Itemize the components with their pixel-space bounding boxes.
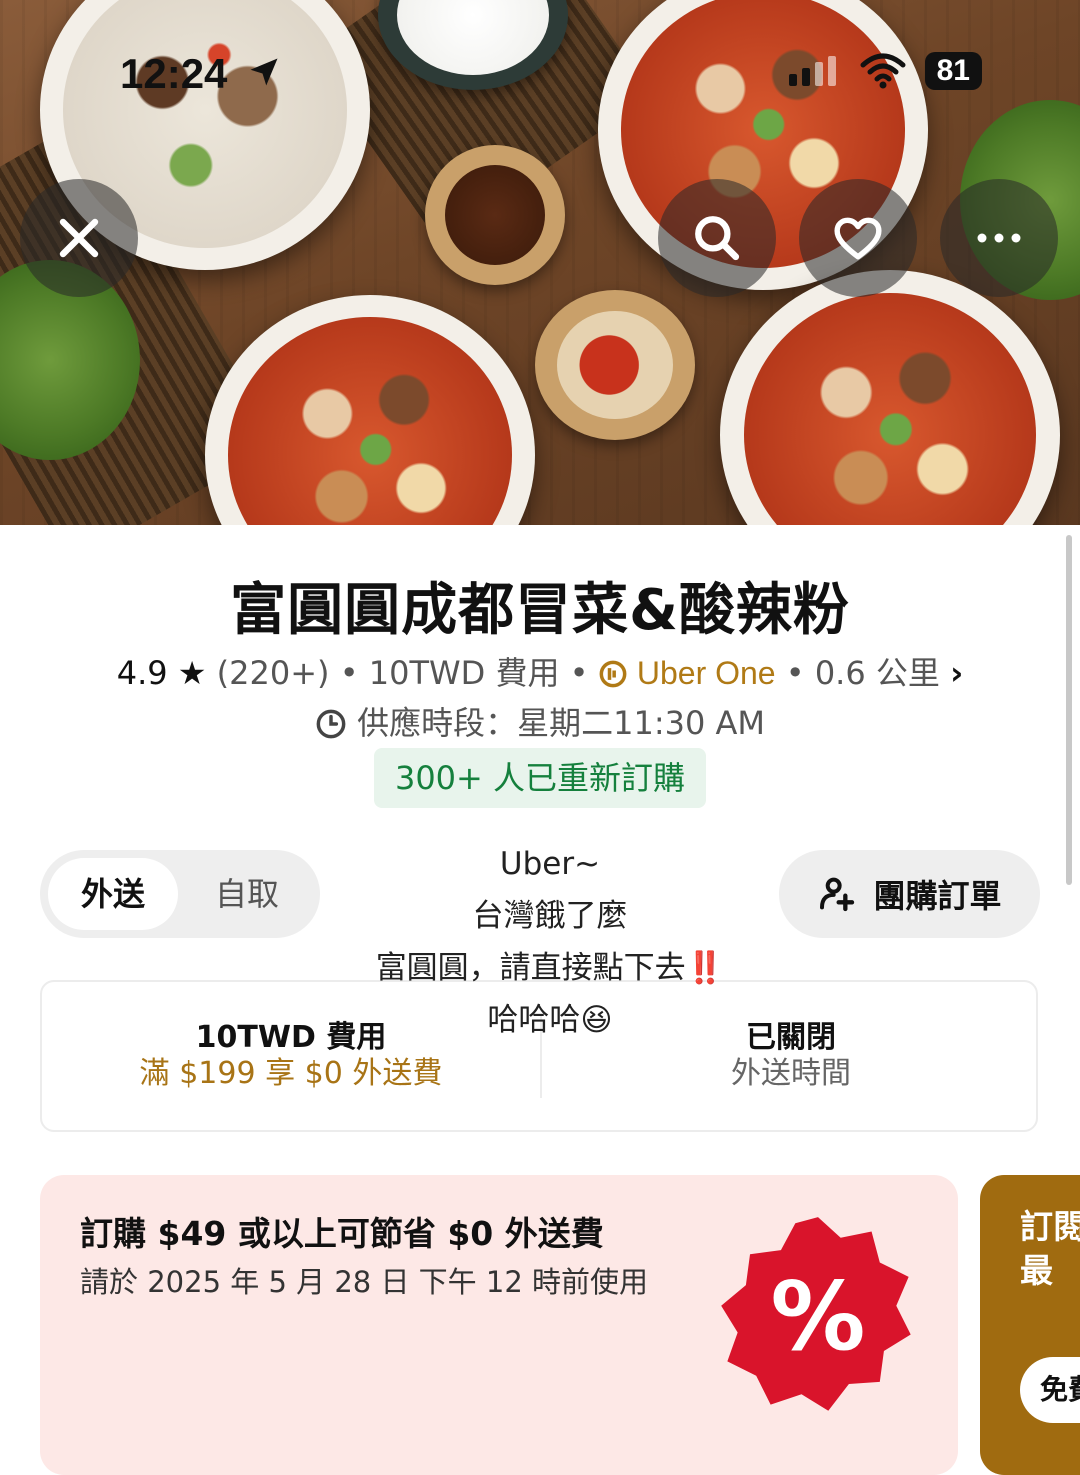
cellular-signal-icon bbox=[788, 56, 836, 86]
store-meta-row[interactable]: 4.9 ★ (220+) • 10TWD 費用 • Uber One • 0.6… bbox=[0, 648, 1080, 694]
rating-value: 4.9 bbox=[116, 654, 168, 692]
reorder-badge: 300+ 人已重新訂購 bbox=[374, 748, 706, 808]
caption-line: 富圓圓，請直接點下去 bbox=[375, 950, 686, 986]
laughing-emoji: 😆 bbox=[580, 1002, 613, 1038]
spice-dish bbox=[425, 145, 565, 285]
distance: 0.6 公里 bbox=[814, 654, 940, 692]
add-person-icon bbox=[820, 877, 855, 912]
close-button[interactable] bbox=[20, 179, 138, 297]
free-trial-button[interactable]: 免費 bbox=[1020, 1357, 1080, 1423]
hours-row: 供應時段：星期二11:30 AM bbox=[0, 698, 1080, 744]
clock-icon bbox=[316, 709, 346, 739]
chevron-right-icon: › bbox=[950, 654, 964, 692]
star-icon: ★ bbox=[177, 654, 207, 692]
discount-symbol: % bbox=[771, 1262, 866, 1372]
caption-line-3: 富圓圓，請直接點下去‼️ bbox=[340, 942, 760, 994]
caption-line-4: 哈哈哈😆 bbox=[340, 994, 760, 1046]
delivery-time-label: 外送時間 bbox=[731, 1056, 851, 1091]
more-options-button[interactable] bbox=[940, 179, 1058, 297]
close-icon bbox=[59, 218, 99, 258]
promo-card[interactable]: 訂購 $49 或以上可節省 $0 外送費 請於 2025 年 5 月 28 日 … bbox=[40, 1175, 958, 1475]
separator-dot: • bbox=[785, 654, 805, 692]
separator-dot: • bbox=[339, 654, 359, 692]
double-exclamation-emoji: ‼️ bbox=[685, 950, 725, 986]
group-order-button[interactable]: 團購訂單 bbox=[779, 850, 1040, 938]
location-arrow-icon bbox=[250, 58, 278, 86]
membership-promo-card[interactable]: 訂閱費最 免費 bbox=[980, 1175, 1080, 1475]
favorite-button[interactable] bbox=[799, 179, 917, 297]
separator-dot: • bbox=[569, 654, 589, 692]
caption-line: 哈哈哈 bbox=[487, 1002, 581, 1038]
promo-subtitle: 請於 2025 年 5 月 28 日 下午 12 時前使用 bbox=[80, 1265, 649, 1299]
hours-text: 供應時段：星期二11:30 AM bbox=[357, 704, 766, 742]
status-time: 12:24 bbox=[120, 50, 228, 97]
status-indicators: 81 bbox=[787, 52, 982, 90]
pickup-option[interactable]: 自取 bbox=[182, 858, 312, 930]
search-button[interactable] bbox=[658, 179, 776, 297]
store-fee: 10TWD 費用 bbox=[368, 654, 560, 692]
rating-count: (220+) bbox=[216, 654, 330, 692]
search-icon bbox=[695, 216, 740, 261]
fee-promo-text: 滿 $199 享 $0 外送費 bbox=[139, 1056, 443, 1091]
delivery-pickup-toggle[interactable]: 外送 自取 bbox=[40, 850, 320, 938]
uber-one-label: Uber One bbox=[636, 655, 776, 691]
store-name: 富圓圓成都冒菜&酸辣粉 bbox=[230, 578, 850, 643]
battery-indicator: 81 bbox=[924, 52, 982, 90]
uber-one-icon bbox=[599, 660, 627, 688]
discount-badge-icon: % bbox=[721, 1217, 911, 1411]
promo-title: 訂購 $49 或以上可節省 $0 外送費 bbox=[80, 1214, 604, 1253]
more-icon bbox=[977, 233, 1021, 243]
chili-dish bbox=[535, 290, 695, 440]
delivery-option[interactable]: 外送 bbox=[48, 858, 178, 930]
heart-icon bbox=[834, 217, 882, 260]
soup-bowl bbox=[720, 270, 1060, 525]
promo2-title: 訂閱費最 bbox=[1020, 1207, 1080, 1290]
soup-bowl bbox=[205, 295, 535, 525]
wifi-icon bbox=[860, 53, 906, 89]
caption-text: Uber~ 台灣餓了麼 富圓圓，請直接點下去‼️ 哈哈哈😆 bbox=[340, 838, 760, 1046]
caption-line: Uber~ bbox=[499, 846, 601, 882]
caption-line: 台灣餓了麼 bbox=[472, 898, 628, 934]
group-order-label: 團購訂單 bbox=[873, 877, 1002, 915]
